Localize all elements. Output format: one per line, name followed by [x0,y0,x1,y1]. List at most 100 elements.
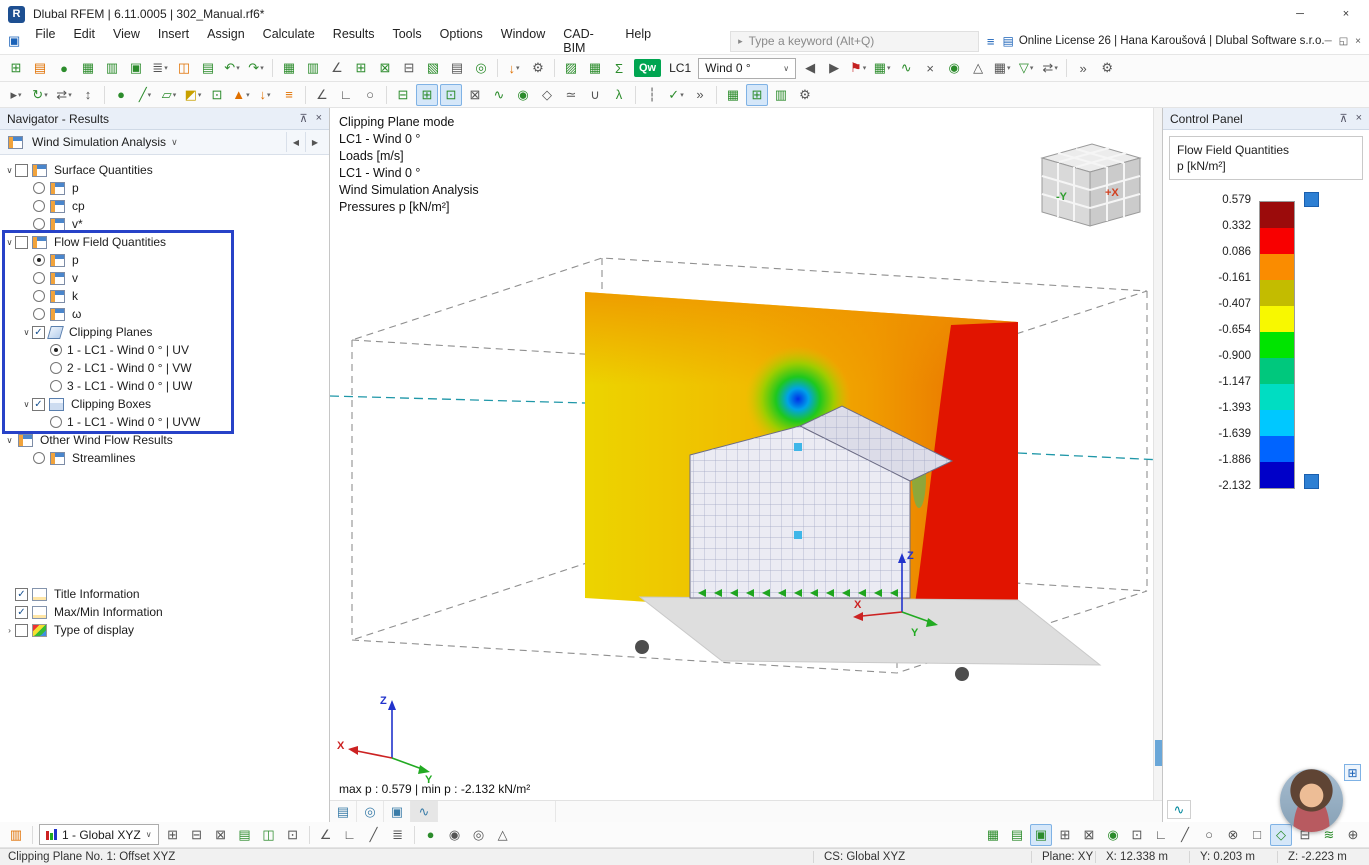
new-support[interactable]: ▲▾ [230,84,252,106]
export-graphic[interactable]: ⇄▾ [1039,57,1061,79]
show-nodes[interactable]: ⊞ [1054,824,1076,846]
tree-item-1-lc1-wind-0-uvw[interactable]: 1 - LC1 - Wind 0 ° | UVW [0,413,329,431]
legend-handle-top[interactable] [1304,192,1319,207]
show-openings[interactable]: ○ [1198,824,1220,846]
show-releases[interactable]: ⊗ [1222,824,1244,846]
tab-camera[interactable]: ▣ [384,801,411,822]
clipping-plane-toggle[interactable]: ⊞ [416,84,438,106]
model-check[interactable]: ✓▾ [665,84,687,106]
tree-item-surface-quantities[interactable]: ∨Surface Quantities [0,161,329,179]
panel-tab-results[interactable]: ∿ [1167,800,1191,819]
tree-item-2-lc1-wind-0-vw[interactable]: 2 - LC1 - Wind 0 ° | VW [0,359,329,377]
show-deformed[interactable]: □ [1246,824,1268,846]
close-button[interactable]: × [1323,0,1369,28]
tree-item-title-information[interactable]: ✓Title Information [0,585,329,603]
measure-tool[interactable]: ∠ [326,57,348,79]
expander-icon[interactable]: ∨ [4,237,15,248]
radio-button[interactable] [33,254,45,266]
result-smoothing[interactable]: ≃ [560,84,582,106]
new-surface[interactable]: ▱▾ [158,84,180,106]
expander-icon[interactable]: ∨ [4,165,15,176]
clipping-handle-sphere[interactable] [635,640,649,654]
menu-file[interactable]: File [26,23,64,59]
radio-button[interactable] [33,200,45,212]
show-loads[interactable]: ⊡ [1126,824,1148,846]
tree-item-p[interactable]: p [0,251,329,269]
node-marker[interactable] [794,531,802,539]
checkbox[interactable]: ✓ [15,606,28,619]
snap-centers[interactable]: ◉ [444,824,466,846]
table-view[interactable]: ▦ [278,57,300,79]
previous-loadcase[interactable]: ◀ [799,57,821,79]
new-model[interactable]: ⊞ [5,57,27,79]
menu-window[interactable]: Window [492,23,554,59]
radio-button[interactable] [33,308,45,320]
viewport[interactable]: Z X Y Z X Y -Y [330,108,1162,822]
smooth-ranges[interactable]: ▽▾ [1015,57,1037,79]
object-snap[interactable]: ◎ [470,57,492,79]
radio-button[interactable] [50,416,62,428]
snap-settings[interactable]: ◫ [258,824,280,846]
wireframe-mode[interactable]: ◇ [536,84,558,106]
navigator-back-button[interactable]: ◀ [286,132,305,152]
clipping-box-toggle[interactable]: ⊡ [440,84,462,106]
mdi-control-1[interactable]: ◱ [1339,36,1348,47]
show-lines[interactable]: ⊠ [1078,824,1100,846]
radio-button[interactable] [50,362,62,374]
tables-toggle[interactable]: ⊞ [746,84,768,106]
checkbox[interactable] [15,164,28,177]
menu-tools[interactable]: Tools [383,23,430,59]
paste-properties[interactable]: ▥ [5,824,27,846]
radio-button[interactable] [33,218,45,230]
pin-icon[interactable]: ⊼ [1340,112,1348,125]
minimize-button[interactable]: ─ [1277,0,1323,28]
menu-results[interactable]: Results [324,23,384,59]
workplane-xz[interactable]: ⊟ [186,824,208,846]
section-generator[interactable]: ⊟ [398,57,420,79]
merge-objects[interactable]: ∪ [584,84,606,106]
legend-handle-bottom[interactable] [1304,474,1319,489]
toolbar2-overflow[interactable]: » [689,84,711,106]
visibility-modes[interactable]: ◉ [943,57,965,79]
new-nodal-load[interactable]: ↓▾ [254,84,276,106]
dimension-angular[interactable]: ∠ [311,84,333,106]
mirror-copy[interactable]: ⇄▾ [53,84,75,106]
show-members[interactable]: ▤ [1006,824,1028,846]
expander-icon[interactable]: ∨ [21,399,32,410]
save-model[interactable]: ▣ [125,57,147,79]
calculate-all[interactable]: Σ [608,57,630,79]
stability-analysis[interactable]: λ [608,84,630,106]
tree-item-clipping-planes[interactable]: ∨✓Clipping Planes [0,323,329,341]
menu-cad-bim[interactable]: CAD-BIM [554,23,616,59]
scrollbar-thumb[interactable] [1155,740,1162,766]
tab-visibility[interactable]: ◎ [357,801,384,822]
menu-calculate[interactable]: Calculate [254,23,324,59]
expander-icon[interactable]: › [4,625,15,635]
print-graphic[interactable]: ≣▾ [149,57,171,79]
radio-button[interactable] [50,344,62,356]
table-layout[interactable]: ▥ [302,57,324,79]
expander-icon[interactable]: ∨ [21,327,32,338]
application-switcher[interactable]: ▦ [77,57,99,79]
tree-item-cp[interactable]: cp [0,197,329,215]
menu-help[interactable]: Help [616,23,660,59]
navigator-forward-button[interactable]: ▶ [305,132,324,152]
menu-view[interactable]: View [104,23,149,59]
grid-settings[interactable]: ▤ [234,824,256,846]
show-surfaces[interactable]: ▦ [982,824,1004,846]
mesh-generate[interactable]: ▨ [560,57,582,79]
navigator-toggle[interactable]: ▦ [722,84,744,106]
visual-section[interactable]: ⊠ [374,57,396,79]
manage-panels[interactable]: ▥ [101,57,123,79]
inclined-grid[interactable]: ╱ [363,824,385,846]
expander-icon[interactable]: ∨ [4,435,15,446]
tree-item-clipping-boxes[interactable]: ∨✓Clipping Boxes [0,395,329,413]
model-settings[interactable]: ⚙ [527,57,549,79]
clipping-handle-sphere[interactable] [955,667,969,681]
show-dimensions[interactable]: ∟ [1150,824,1172,846]
hide-results[interactable]: × [919,57,941,79]
tree-item-1-lc1-wind-0-uv[interactable]: 1 - LC1 - Wind 0 ° | UV [0,341,329,359]
loadcase-selector[interactable]: Wind 0 °∨ [698,58,796,79]
result-deformation[interactable]: ∿ [895,57,917,79]
select-tool[interactable]: ▸▾ [5,84,27,106]
